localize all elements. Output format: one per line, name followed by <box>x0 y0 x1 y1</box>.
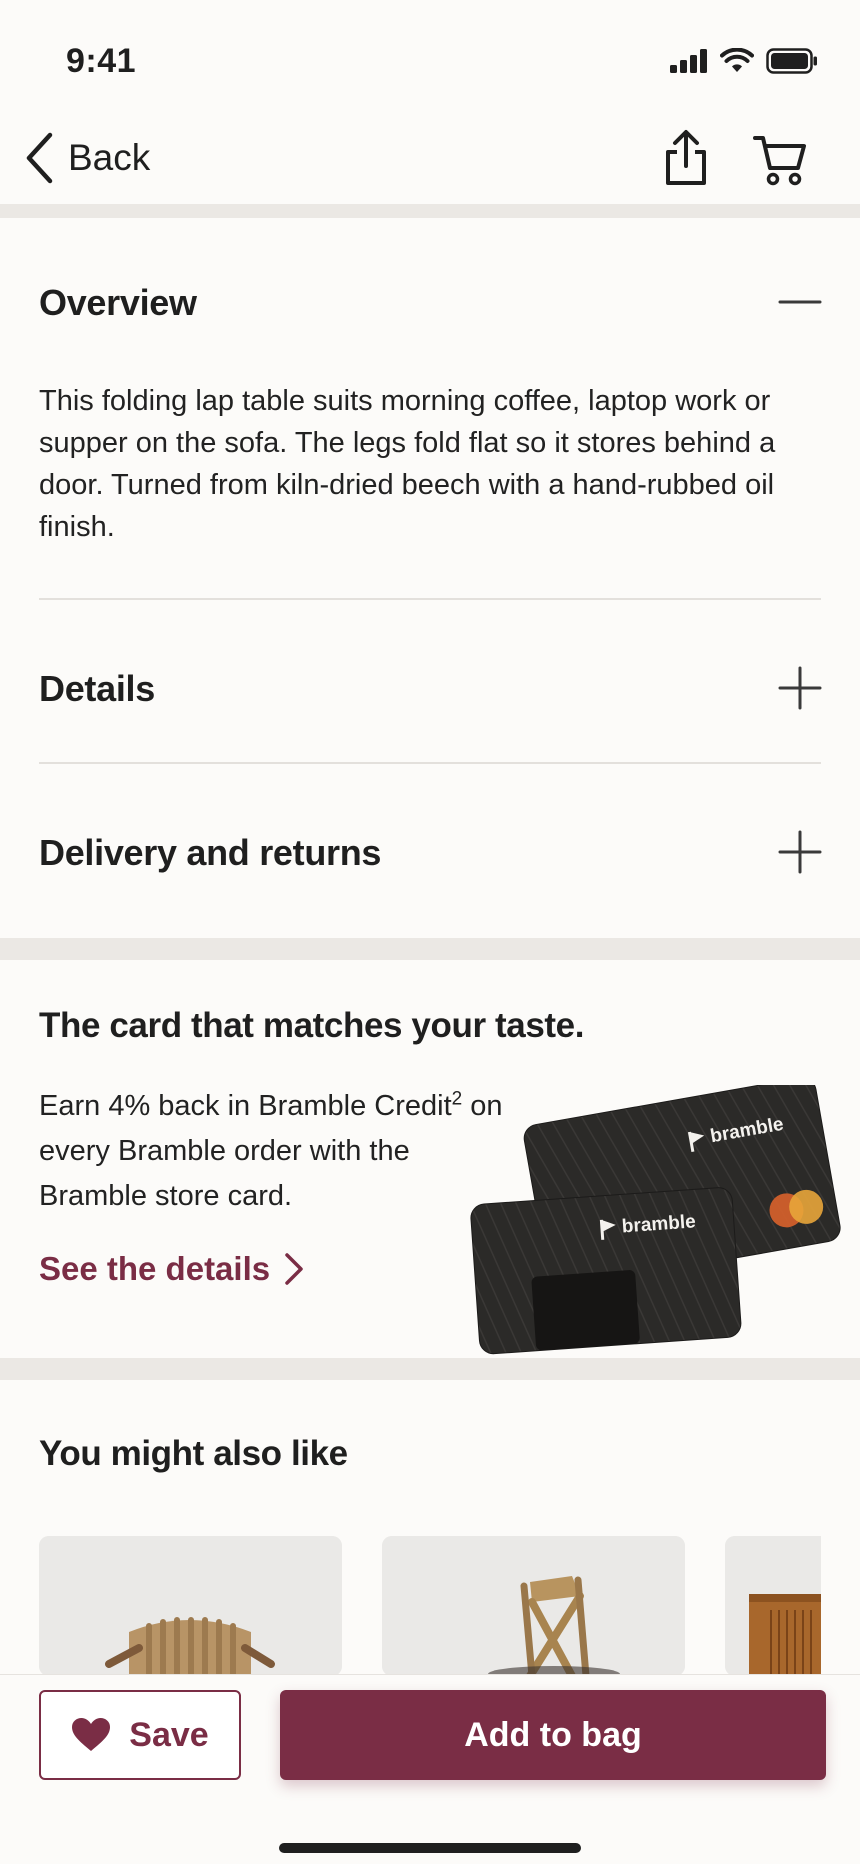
accordion-details-title: Details <box>39 668 155 709</box>
status-icons <box>670 48 818 74</box>
top-navigation: Back <box>0 120 860 204</box>
promo-title: The card that matches your taste. <box>39 1006 585 1045</box>
expand-icon[interactable] <box>776 828 824 876</box>
cellular-signal-icon <box>670 49 707 73</box>
recommendations-title: You might also like <box>39 1434 348 1473</box>
collapse-icon[interactable] <box>776 278 824 326</box>
accordion-overview-title: Overview <box>39 282 197 323</box>
back-button[interactable]: Back <box>24 128 150 188</box>
accordion-divider <box>39 762 821 764</box>
battery-icon <box>766 48 817 74</box>
add-to-bag-label: Add to bag <box>464 1715 642 1754</box>
wifi-icon <box>720 48 754 72</box>
save-button[interactable]: Save <box>39 1690 241 1780</box>
add-to-bag-button[interactable]: Add to bag <box>280 1690 826 1780</box>
accordion-divider <box>39 598 821 600</box>
store-card-illustration: bramble bramble <box>470 1085 841 1355</box>
bottom-action-bar: Save Add to bag <box>0 1674 860 1864</box>
footnote-marker: 2 <box>451 1088 463 1110</box>
share-button[interactable] <box>660 128 712 188</box>
recommendation-card[interactable] <box>39 1536 342 1676</box>
chevron-left-icon <box>26 132 53 184</box>
promo-text-part1: Earn 4% back in Bramble Credit <box>39 1090 452 1122</box>
overview-description: This folding lap table suits morning cof… <box>39 385 776 543</box>
status-bar: 9:41 <box>0 0 860 120</box>
shopping-cart-icon <box>753 136 806 186</box>
cross-back-chair-image <box>382 1536 685 1676</box>
share-icon <box>666 130 706 185</box>
accordion-delivery-title: Delivery and returns <box>39 832 382 873</box>
promo-description: Earn 4% back in Bramble Credit2 on every… <box>39 1084 509 1219</box>
save-label: Save <box>129 1715 209 1754</box>
heart-icon <box>72 1718 111 1751</box>
section-divider <box>0 938 860 960</box>
back-label: Back <box>68 137 151 178</box>
recommendation-card[interactable] <box>382 1536 685 1676</box>
see-details-link[interactable]: See the details <box>39 1250 304 1288</box>
home-indicator[interactable] <box>279 1843 581 1853</box>
expand-icon[interactable] <box>776 664 824 712</box>
chevron-right-icon <box>285 1253 303 1285</box>
sideboard-image <box>725 1536 821 1676</box>
section-divider <box>0 204 860 218</box>
recommendation-card[interactable] <box>725 1536 821 1676</box>
see-details-label: See the details <box>39 1250 271 1287</box>
cart-button[interactable] <box>752 128 808 188</box>
status-time: 9:41 <box>66 42 137 80</box>
section-divider <box>0 1358 860 1380</box>
armchair-image <box>39 1536 342 1676</box>
